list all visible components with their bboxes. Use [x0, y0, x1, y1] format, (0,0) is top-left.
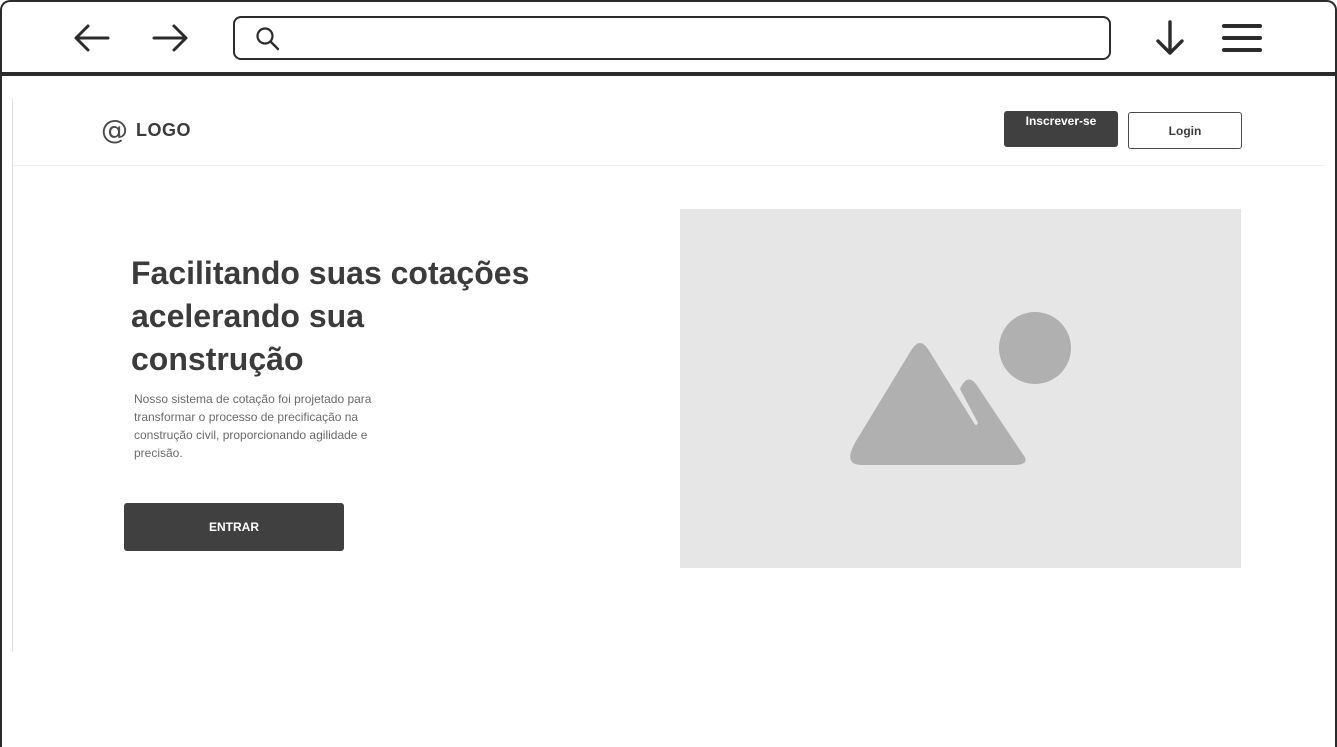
forward-button[interactable] — [148, 16, 192, 60]
menu-button[interactable] — [1220, 16, 1264, 60]
address-bar[interactable] — [233, 16, 1111, 60]
logo-text: LOGO — [136, 119, 191, 140]
arrow-down-icon — [1156, 20, 1184, 55]
download-button[interactable] — [1148, 16, 1192, 60]
hero-title-line: construção — [131, 341, 304, 377]
browser-window: @ LOGO Inscrever-se Login Facilitando su… — [0, 0, 1337, 747]
hero-description-line: precisão. — [134, 446, 183, 460]
hero-description-line: construção civil, proporcionando agilida… — [134, 428, 368, 442]
hero-image-placeholder — [680, 209, 1241, 568]
image-placeholder-icon — [850, 312, 1071, 465]
logo[interactable]: @ LOGO — [101, 114, 191, 146]
hero-title-line: acelerando sua — [131, 298, 364, 334]
site-header: @ LOGO Inscrever-se Login — [13, 98, 1324, 166]
web-page: @ LOGO Inscrever-se Login Facilitando su… — [12, 98, 1324, 652]
browser-toolbar — [2, 2, 1335, 76]
enter-button[interactable]: ENTRAR — [124, 503, 344, 551]
hamburger-menu-icon — [1222, 24, 1262, 52]
signup-button[interactable]: Inscrever-se — [1004, 111, 1118, 147]
hero-description-line: Nosso sistema de cotação foi projetado p… — [134, 392, 372, 406]
arrow-right-icon — [152, 24, 188, 52]
hero-description-line: transformar o processo de precificação n… — [134, 410, 359, 424]
hero-title-line: Facilitando suas cotações — [131, 255, 530, 291]
address-input[interactable] — [287, 24, 1087, 52]
back-button[interactable] — [70, 16, 114, 60]
login-button[interactable]: Login — [1128, 112, 1242, 149]
search-icon — [256, 27, 280, 51]
hero-description: Nosso sistema de cotação foi projetado p… — [134, 390, 434, 462]
hero-title: Facilitando suas cotações acelerando sua… — [131, 252, 591, 381]
at-sign-icon: @ — [101, 114, 128, 146]
arrow-left-icon — [74, 24, 110, 52]
